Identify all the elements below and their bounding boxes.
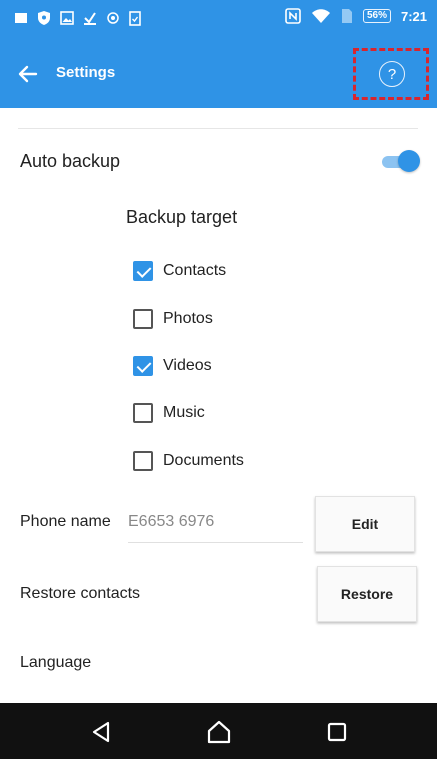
app-bar: Settings ?: [0, 40, 437, 108]
restore-contacts-label: Restore contacts: [20, 585, 141, 602]
auto-backup-label: Auto backup: [20, 151, 121, 171]
checkbox-videos-label: Videos: [163, 357, 212, 374]
checkbox-documents-box[interactable]: [133, 451, 153, 471]
sim-icon: [341, 9, 352, 23]
checkbox-photos-box[interactable]: [133, 309, 153, 329]
checkbox-music-box[interactable]: [133, 403, 153, 423]
battery-icon: 56%: [362, 9, 391, 23]
notification-icon: [15, 13, 27, 23]
recent-apps-icon: [327, 722, 347, 742]
clipboard-icon: [129, 11, 141, 26]
checkbox-music[interactable]: Music: [133, 400, 333, 426]
top-divider: [18, 128, 418, 129]
language-item[interactable]: Language: [20, 654, 91, 672]
page-title: Settings: [56, 64, 116, 81]
checkbox-contacts-box[interactable]: [133, 261, 153, 281]
checkbox-music-label: Music: [163, 404, 205, 421]
checkbox-photos[interactable]: Photos: [133, 306, 333, 332]
download-icon: [84, 12, 96, 25]
record-icon: [107, 12, 119, 24]
checkbox-contacts-label: Contacts: [163, 262, 227, 279]
auto-backup-toggle[interactable]: [382, 150, 420, 172]
status-bar: 56% 7:21: [0, 0, 437, 40]
phone-name-value: E6653 6976: [128, 513, 215, 530]
checkbox-contacts[interactable]: Contacts: [133, 258, 333, 284]
nav-recent-button[interactable]: [322, 717, 352, 747]
restore-button[interactable]: Restore: [317, 566, 417, 622]
navigation-bar: [0, 703, 437, 759]
help-button[interactable]: ?: [379, 61, 405, 87]
help-highlight-box: ?: [353, 48, 429, 100]
shield-icon: [38, 11, 50, 25]
checkbox-videos[interactable]: Videos: [133, 353, 333, 379]
status-left-icons: [14, 10, 141, 26]
toggle-thumb: [398, 150, 420, 172]
checkbox-photos-label: Photos: [163, 310, 213, 327]
phone-name-label: Phone name: [20, 513, 111, 530]
image-icon: [60, 11, 74, 25]
auto-backup-row: Auto backup: [20, 146, 420, 176]
status-time: 7:21: [400, 8, 427, 24]
nav-home-button[interactable]: [204, 717, 234, 747]
checkbox-videos-box[interactable]: [133, 356, 153, 376]
arrow-left-icon: [18, 65, 38, 83]
phone-name-row: Phone name E6653 6976 Edit: [20, 496, 420, 552]
nav-back-button[interactable]: [86, 717, 116, 747]
backup-target-heading: Backup target: [126, 207, 238, 227]
help-icon: ?: [387, 65, 397, 83]
back-triangle-icon: [92, 721, 110, 743]
wifi-icon: [311, 9, 330, 23]
restore-contacts-row: Restore contacts Restore: [20, 566, 420, 622]
phone-name-underline: [128, 542, 303, 543]
checkbox-documents[interactable]: Documents: [133, 448, 333, 474]
back-button[interactable]: [14, 60, 42, 88]
status-right-icons: 56% 7:21: [285, 8, 427, 24]
edit-button[interactable]: Edit: [315, 496, 415, 552]
checkbox-documents-label: Documents: [163, 452, 244, 469]
home-icon: [207, 720, 231, 744]
nfc-icon: [285, 8, 301, 24]
